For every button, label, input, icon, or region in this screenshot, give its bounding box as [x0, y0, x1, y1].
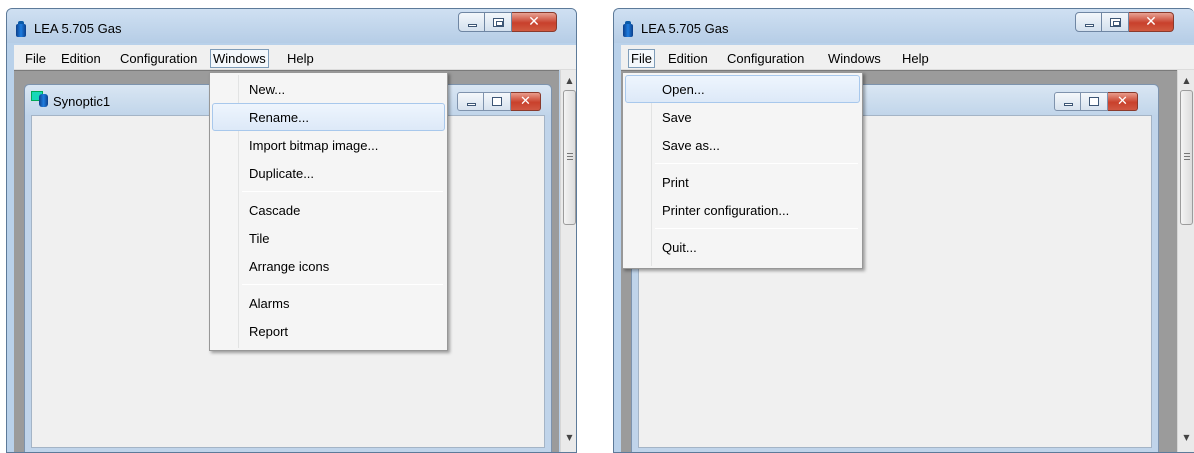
vertical-scrollbar[interactable]: ▲ ▼ — [560, 70, 576, 452]
maximize-icon — [493, 18, 504, 27]
minimize-icon — [468, 24, 477, 27]
close-icon: ✕ — [528, 14, 540, 30]
window-title: LEA 5.705 Gas — [34, 21, 122, 36]
menu-separator — [655, 228, 858, 229]
window-title: LEA 5.705 Gas — [641, 21, 729, 36]
mdi-maximize-button[interactable] — [1081, 92, 1108, 111]
minimize-icon — [1085, 24, 1094, 27]
close-button[interactable]: ✕ — [1129, 12, 1174, 32]
menu-item-report[interactable]: Report — [212, 317, 445, 345]
menu-file[interactable]: File — [22, 49, 49, 68]
minimize-button[interactable] — [458, 12, 485, 32]
maximize-icon — [492, 97, 502, 106]
menu-item-tile[interactable]: Tile — [212, 224, 445, 252]
menu-item-save-as[interactable]: Save as... — [625, 131, 860, 159]
gas-cylinder-icon — [16, 21, 26, 37]
maximize-icon — [1089, 97, 1099, 106]
menu-bar: File Edition Configuration Windows Help — [14, 45, 576, 70]
synoptic-icon — [31, 91, 49, 107]
menu-item-new[interactable]: New... — [212, 75, 445, 103]
menu-item-alarms[interactable]: Alarms — [212, 289, 445, 317]
mdi-maximize-button[interactable] — [484, 92, 511, 111]
menu-item-rename[interactable]: Rename... — [212, 103, 445, 131]
menu-bar: File Edition Configuration Windows Help — [621, 45, 1194, 70]
scroll-up-icon[interactable]: ▲ — [561, 72, 576, 89]
close-button[interactable]: ✕ — [512, 12, 557, 32]
menu-configuration[interactable]: Configuration — [117, 49, 200, 68]
menu-item-printer-config[interactable]: Printer configuration... — [625, 196, 860, 224]
menu-windows[interactable]: Windows — [210, 49, 269, 68]
mdi-minimize-button[interactable] — [457, 92, 484, 111]
menu-edition[interactable]: Edition — [665, 49, 711, 68]
close-icon: ✕ — [1145, 14, 1157, 30]
windows-dropdown-menu: New... Rename... Import bitmap image... … — [209, 72, 448, 351]
menu-item-arrange-icons[interactable]: Arrange icons — [212, 252, 445, 280]
menu-item-import-bitmap[interactable]: Import bitmap image... — [212, 131, 445, 159]
menu-configuration[interactable]: Configuration — [724, 49, 807, 68]
scroll-thumb[interactable] — [563, 90, 576, 225]
maximize-icon — [1110, 18, 1121, 27]
menu-help[interactable]: Help — [899, 49, 932, 68]
mdi-title: Synoptic1 — [53, 94, 111, 109]
menu-help[interactable]: Help — [284, 49, 317, 68]
minimize-icon — [1064, 103, 1073, 106]
menu-item-save[interactable]: Save — [625, 103, 860, 131]
menu-separator — [242, 191, 443, 192]
mdi-minimize-button[interactable] — [1054, 92, 1081, 111]
title-bar[interactable]: LEA 5.705 Gas ✕ — [7, 9, 576, 43]
mdi-close-button[interactable]: ✕ — [511, 92, 541, 111]
scroll-up-icon[interactable]: ▲ — [1178, 72, 1194, 89]
menu-file[interactable]: File — [628, 49, 655, 68]
minimize-button[interactable] — [1075, 12, 1102, 32]
menu-item-print[interactable]: Print — [625, 168, 860, 196]
close-icon: ✕ — [1117, 94, 1128, 109]
menu-separator — [242, 284, 443, 285]
vertical-scrollbar[interactable]: ▲ ▼ — [1177, 70, 1194, 452]
gas-cylinder-icon — [623, 21, 633, 37]
minimize-icon — [467, 103, 476, 106]
menu-edition[interactable]: Edition — [58, 49, 104, 68]
close-icon: ✕ — [520, 94, 531, 109]
menu-separator — [655, 163, 858, 164]
menu-windows[interactable]: Windows — [825, 49, 884, 68]
scroll-thumb[interactable] — [1180, 90, 1193, 225]
mdi-close-button[interactable]: ✕ — [1108, 92, 1138, 111]
menu-item-open[interactable]: Open... — [625, 75, 860, 103]
menu-item-quit[interactable]: Quit... — [625, 233, 860, 261]
scroll-down-icon[interactable]: ▼ — [1178, 429, 1194, 446]
maximize-button[interactable] — [485, 12, 512, 32]
file-dropdown-menu: Open... Save Save as... Print Printer co… — [622, 72, 863, 269]
menu-item-cascade[interactable]: Cascade — [212, 196, 445, 224]
maximize-button[interactable] — [1102, 12, 1129, 32]
menu-item-duplicate[interactable]: Duplicate... — [212, 159, 445, 187]
title-bar[interactable]: LEA 5.705 Gas ✕ — [614, 9, 1194, 43]
scroll-down-icon[interactable]: ▼ — [561, 429, 576, 446]
